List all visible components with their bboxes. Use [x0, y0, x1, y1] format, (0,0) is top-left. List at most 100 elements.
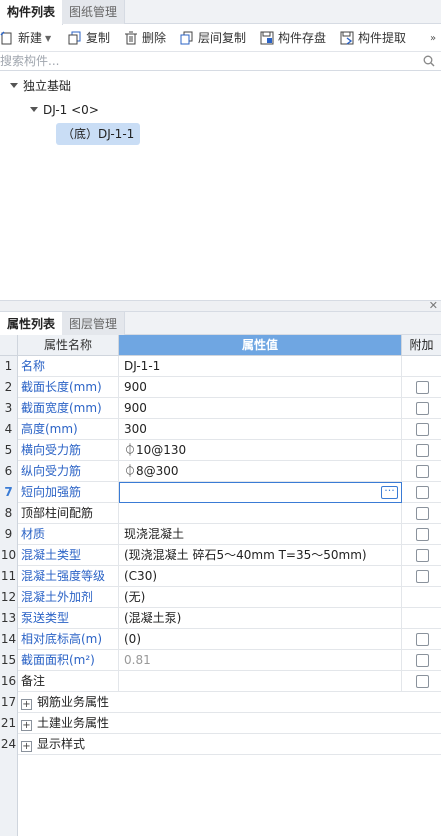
- table-row[interactable]: 3 截面宽度(mm) 900: [0, 398, 441, 419]
- property-value[interactable]: 900: [119, 398, 402, 419]
- table-row[interactable]: 15 截面面积(m²) 0.81: [0, 650, 441, 671]
- property-value[interactable]: ⏀8@300: [119, 461, 402, 482]
- property-value[interactable]: (0): [119, 629, 402, 650]
- panel-splitter[interactable]: ✕: [0, 299, 441, 312]
- tab-layer-management[interactable]: 图层管理: [62, 312, 126, 335]
- group-row-rebar[interactable]: 17 + 钢筋业务属性: [0, 692, 441, 713]
- tree-node-dj1-1[interactable]: （底）DJ-1-1: [56, 123, 141, 145]
- table-row[interactable]: 13 泵送类型 (混凝土泵): [0, 608, 441, 629]
- row-number: 21: [0, 713, 18, 734]
- expand-triangle-icon[interactable]: [30, 107, 38, 112]
- more-chevron-icon[interactable]: »: [430, 25, 436, 52]
- trash-icon: [125, 31, 137, 45]
- tab-component-list[interactable]: 构件列表: [0, 0, 64, 25]
- extract-component-button[interactable]: 构件提取: [340, 25, 406, 52]
- row-number: 6: [0, 461, 18, 482]
- extra-cell: [402, 461, 441, 482]
- extra-checkbox[interactable]: [416, 507, 429, 520]
- property-value[interactable]: [119, 671, 402, 692]
- extra-checkbox[interactable]: [416, 675, 429, 688]
- bottom-tab-bar: 属性列表 图层管理: [0, 312, 441, 336]
- property-value[interactable]: 现浇混凝土: [119, 524, 402, 545]
- delete-button[interactable]: 删除: [124, 25, 166, 52]
- table-row[interactable]: 4 高度(mm) 300: [0, 419, 441, 440]
- search-input[interactable]: [0, 52, 420, 70]
- save-component-button[interactable]: 构件存盘: [260, 25, 326, 52]
- property-name: 截面宽度(mm): [18, 398, 119, 419]
- extra-checkbox[interactable]: [416, 402, 429, 415]
- chevron-down-icon[interactable]: ▼: [45, 25, 51, 52]
- property-value[interactable]: 900: [119, 377, 402, 398]
- tree-node-root[interactable]: 独立基础: [10, 75, 71, 97]
- property-value[interactable]: 300: [119, 419, 402, 440]
- tab-drawing-management[interactable]: 图纸管理: [62, 0, 126, 24]
- row-number: 13: [0, 608, 18, 629]
- expand-triangle-icon[interactable]: [10, 83, 18, 88]
- property-value[interactable]: [119, 503, 402, 524]
- extra-checkbox[interactable]: [416, 444, 429, 457]
- expand-plus-icon[interactable]: +: [21, 699, 32, 710]
- row-number: 4: [0, 419, 18, 440]
- row-header-filler: [0, 755, 18, 836]
- row-number: 2: [0, 377, 18, 398]
- property-name: 混凝土外加剂: [18, 587, 119, 608]
- table-row[interactable]: 6 纵向受力筋 ⏀8@300: [0, 461, 441, 482]
- tab-property-list[interactable]: 属性列表: [0, 312, 64, 336]
- expand-plus-icon[interactable]: +: [21, 720, 32, 731]
- extra-checkbox[interactable]: [416, 654, 429, 667]
- extra-cell: [402, 398, 441, 419]
- table-row[interactable]: 2 截面长度(mm) 900: [0, 377, 441, 398]
- property-value[interactable]: (混凝土泵): [119, 608, 402, 629]
- table-row[interactable]: 16 备注: [0, 671, 441, 692]
- row-number: 17: [0, 692, 18, 713]
- table-row[interactable]: 11 混凝土强度等级 (C30): [0, 566, 441, 587]
- close-icon[interactable]: ✕: [429, 299, 438, 312]
- expand-plus-icon[interactable]: +: [21, 741, 32, 752]
- property-value: 0.81: [119, 650, 402, 671]
- tree-node-dj1-label: DJ-1 <0>: [43, 103, 99, 117]
- table-row[interactable]: 8 顶部柱间配筋: [0, 503, 441, 524]
- extra-checkbox[interactable]: [416, 465, 429, 478]
- more-options-icon[interactable]: ···: [381, 485, 398, 499]
- table-row[interactable]: 10 混凝土类型 (现浇混凝土 碎石5～40mm T=35～50mm): [0, 545, 441, 566]
- extra-checkbox[interactable]: [416, 549, 429, 562]
- table-row[interactable]: 14 相对底标高(m) (0): [0, 629, 441, 650]
- extra-checkbox[interactable]: [416, 381, 429, 394]
- group-row-display[interactable]: 24 + 显示样式: [0, 734, 441, 755]
- layer-copy-button[interactable]: 层间复制: [180, 25, 246, 52]
- group-row-civil[interactable]: 21 + 土建业务属性: [0, 713, 441, 734]
- extra-checkbox[interactable]: [416, 423, 429, 436]
- copy-icon: [68, 31, 81, 45]
- extra-checkbox[interactable]: [416, 486, 429, 499]
- property-name: 高度(mm): [18, 419, 119, 440]
- property-name: 备注: [18, 671, 119, 692]
- extra-cell: [402, 545, 441, 566]
- property-name: 截面面积(m²): [18, 650, 119, 671]
- property-value[interactable]: DJ-1-1: [119, 356, 402, 377]
- table-row[interactable]: 9 材质 现浇混凝土: [0, 524, 441, 545]
- property-name: 相对底标高(m): [18, 629, 119, 650]
- table-row-active[interactable]: 7 短向加强筋 ···: [0, 482, 441, 503]
- extra-cell: [402, 440, 441, 461]
- table-row[interactable]: 5 横向受力筋 ⏀10@130: [0, 440, 441, 461]
- table-row[interactable]: 1 名称 DJ-1-1: [0, 356, 441, 377]
- property-value[interactable]: (现浇混凝土 碎石5～40mm T=35～50mm): [119, 545, 402, 566]
- property-value[interactable]: (C30): [119, 566, 402, 587]
- copy-button[interactable]: 复制: [68, 25, 110, 52]
- row-number: 1: [0, 356, 18, 377]
- extra-cell: [402, 629, 441, 650]
- table-row[interactable]: 12 混凝土外加剂 (无): [0, 587, 441, 608]
- property-value[interactable]: (无): [119, 587, 402, 608]
- extra-checkbox[interactable]: [416, 528, 429, 541]
- extra-cell: [402, 671, 441, 692]
- new-button[interactable]: 新建 ▼: [0, 25, 51, 52]
- top-tab-bar: 构件列表 图纸管理: [0, 0, 441, 25]
- row-number: 7: [0, 482, 18, 503]
- grid-header-extra: 附加: [402, 335, 441, 356]
- property-value[interactable]: ⏀10@130: [119, 440, 402, 461]
- extra-checkbox[interactable]: [416, 570, 429, 583]
- tree-node-dj1[interactable]: DJ-1 <0>: [30, 99, 99, 121]
- search-icon[interactable]: [423, 55, 435, 67]
- extra-checkbox[interactable]: [416, 633, 429, 646]
- property-value-editor[interactable]: ···: [119, 482, 402, 503]
